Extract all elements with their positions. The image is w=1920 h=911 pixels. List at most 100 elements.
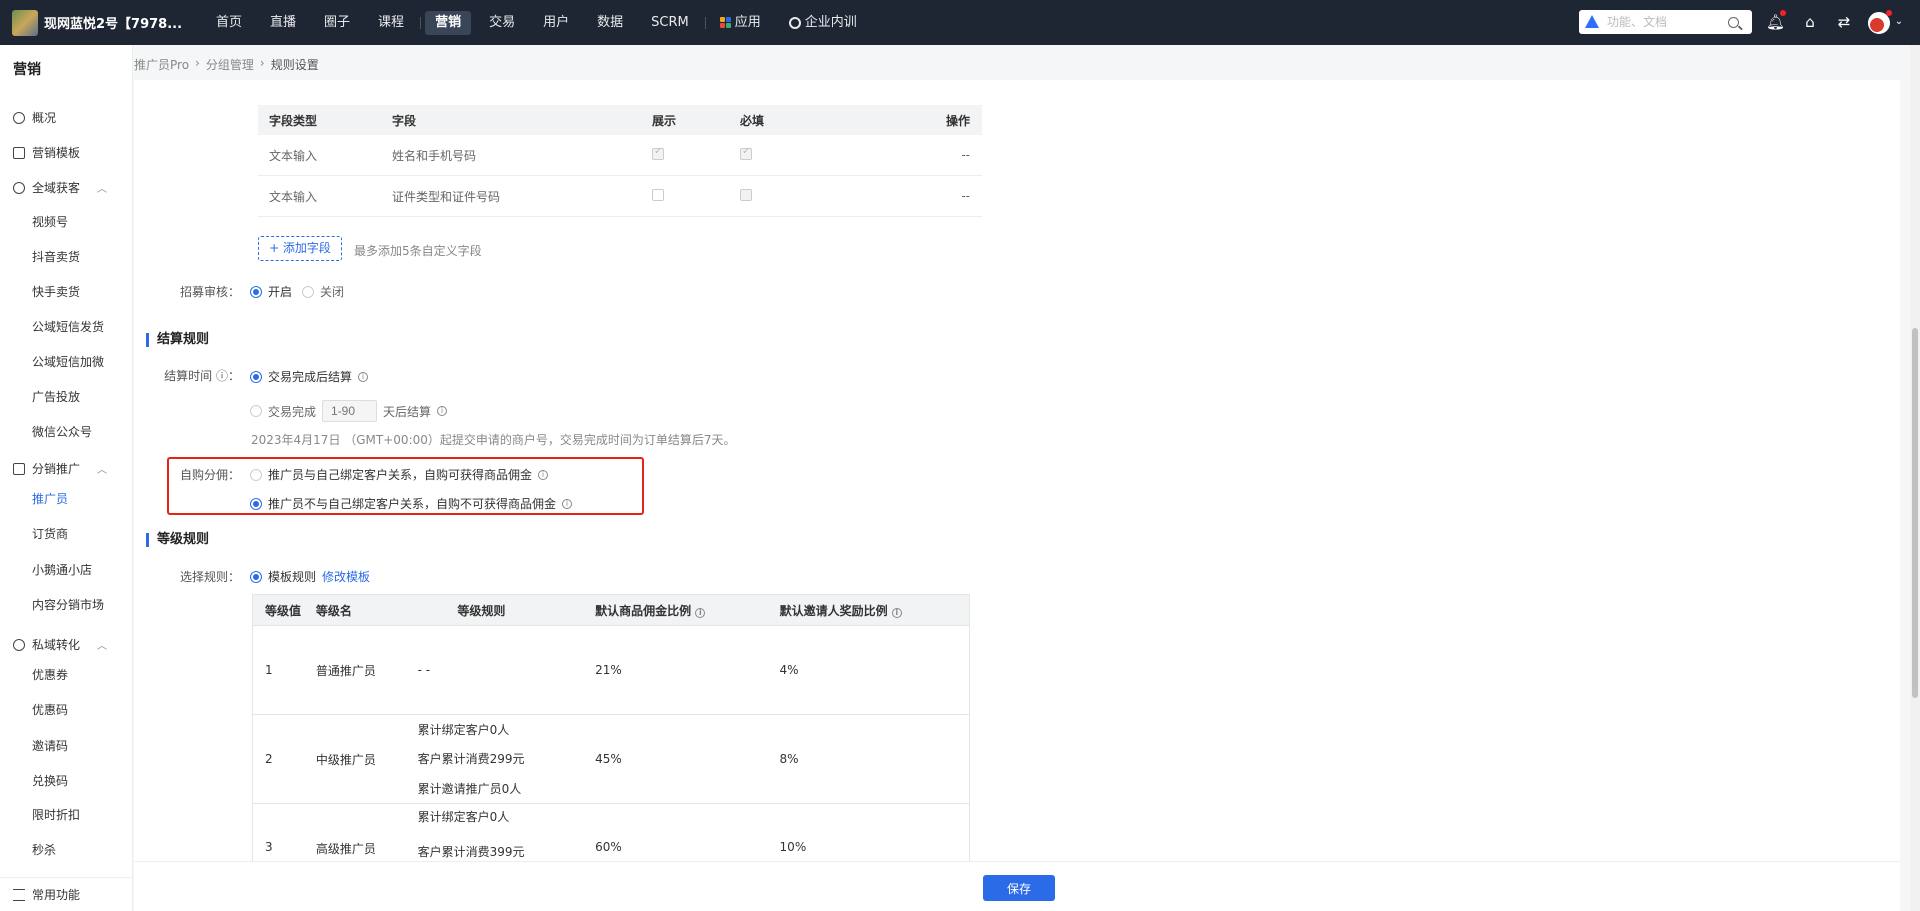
shop-logo[interactable] [12,9,38,36]
sidebar-item-invite-code[interactable]: 邀请码 [0,735,133,757]
col-field-type: 字段类型 [269,113,318,128]
level-value: 3 [265,840,273,854]
sidebar-item-douyin[interactable]: 抖音卖货 [0,246,133,268]
sidebar-item-redeem-code[interactable]: 兑换码 [0,770,133,792]
sidebar-item-promoter[interactable]: 推广员 [0,488,133,510]
radio-on[interactable] [250,370,262,383]
nav-apps[interactable]: 应用 [710,11,771,35]
table-header: 等级值 等级名 等级规则 默认商品佣金比例 i 默认邀请人奖励比例 i [253,595,969,625]
chevron-down-icon[interactable]: ⌄ [1890,13,1908,31]
settle-time-label: 结算时间 ⓘ： [164,369,240,383]
add-field-hint: 最多添加5条自定义字段 [354,244,482,258]
nav-home[interactable]: 首页 [206,11,252,35]
breadcrumb-group-manage[interactable]: 分组管理 [206,56,254,73]
info-icon[interactable]: i [562,498,573,509]
recruit-review-on[interactable]: 开启 [250,283,292,300]
radio-label: 开启 [268,285,293,299]
settle-days-input[interactable] [322,400,378,422]
avatar[interactable] [1868,10,1892,34]
rule-line: 累计邀请推广员0人 [417,782,522,797]
radio-off[interactable] [250,468,262,481]
info-icon[interactable]: i [437,406,448,416]
table-row: 1 普通推广员 - - 21% 4% [253,625,969,714]
sidebar-item-wechat-oa[interactable]: 微信公众号 [0,421,133,443]
globe-icon [13,639,25,651]
store-icon[interactable]: ⌂ [1801,13,1819,31]
radio-off[interactable] [250,405,262,417]
nav-data[interactable]: 数据 [587,11,633,35]
radio-off[interactable] [302,285,314,298]
nav-apps-label: 应用 [734,14,761,30]
level-commission: 45% [595,752,622,766]
search-icon[interactable] [1728,16,1739,28]
rule-line: 累计绑定客户0人 [417,810,510,824]
shop-name[interactable]: 现网蓝悦2号【7978... [44,13,194,32]
self-purchase-opt-bind[interactable]: 推广员与自己绑定客户关系，自购可获得商品佣金 i [250,466,549,483]
nav-scrm[interactable]: SCRM [641,11,699,35]
show-checkbox[interactable] [652,188,664,201]
sidebar-item-order-agent[interactable]: 订货商 [0,523,133,545]
radio-on[interactable] [250,570,262,583]
sidebar-group-private[interactable]: 私域转化 ︿ [0,634,133,656]
recruit-review-off[interactable]: 关闭 [302,283,344,300]
sidebar-item-coupon[interactable]: 优惠券 [0,664,133,686]
required-cell [740,146,930,163]
sidebar-group-distribution[interactable]: 分销推广 ︿ [0,458,133,480]
global-search[interactable] [1579,10,1752,34]
nav-circle[interactable]: 圈子 [314,11,360,35]
level-table: 等级值 等级名 等级规则 默认商品佣金比例 i 默认邀请人奖励比例 i 1 普通… [252,594,970,861]
radio-on[interactable] [250,285,262,298]
sidebar-item-coupon-code[interactable]: 优惠码 [0,699,133,721]
scrollbar[interactable] [1910,45,1920,911]
search-input[interactable] [1607,15,1722,29]
save-button[interactable]: 保存 [983,875,1055,901]
nav-user[interactable]: 用户 [533,11,579,35]
field-type: 文本输入 [269,148,318,163]
nav-live[interactable]: 直播 [260,11,306,35]
sidebar-item-overview[interactable]: 概况 [0,107,133,129]
sidebar-item-limited-discount[interactable]: 限时折扣 [0,804,133,826]
radio-on[interactable] [250,497,262,510]
recruit-review-label: 招募审核： [179,285,240,299]
sidebar-item-content-market[interactable]: 内容分销市场 [0,594,133,616]
self-purchase-opt-nobind[interactable]: 推广员不与自己绑定客户关系，自购不可获得商品佣金 i [250,495,573,512]
sidebar-item-sms-send[interactable]: 公域短信发货 [0,316,133,338]
required-checkbox [740,188,752,201]
level-commission: 60% [595,840,622,854]
breadcrumb-promoter-pro[interactable]: 推广员Pro [134,56,189,73]
add-field-button[interactable]: + 添加字段 [258,236,342,261]
chart-pie-icon [13,112,25,124]
select-rule-label: 选择规则： [179,570,240,584]
sidebar-item-sms-add[interactable]: 公域短信加微 [0,351,133,373]
sidebar-item-common[interactable]: 常用功能 [0,884,133,906]
sidebar-item-flash-sale[interactable]: 秒杀 [0,839,133,861]
settle-opt-after-complete[interactable]: 交易完成后结算 i [250,368,369,385]
nav-trade[interactable]: 交易 [479,11,525,35]
sidebar-item-ads[interactable]: 广告投放 [0,386,133,408]
level-template-opt[interactable]: 模板规则 修改模板 [250,568,370,585]
grid-icon [13,147,25,159]
level-rules: - - [418,663,596,677]
level-name: 中级推广员 [315,752,376,767]
sidebar-item-shipinhao[interactable]: 视频号 [0,211,133,233]
info-icon[interactable]: i [891,607,902,618]
bell-icon[interactable]: 🔔︎ [1766,10,1786,31]
edit-template-link[interactable]: 修改模板 [322,568,370,585]
nav-training[interactable]: 企业内训 [779,11,867,35]
table-row: 2 中级推广员 累计绑定客户0人 客户累计消费299元 累计邀请推广员0人 45… [253,714,969,803]
sidebar-group-acquire[interactable]: 全域获客 ︿ [0,177,133,199]
nav-marketing[interactable]: 营销 [425,10,472,35]
sidebar-item-kuaishou[interactable]: 快手卖货 [0,281,133,303]
settle-opt-days[interactable]: 交易完成 天后结算 i [250,400,448,422]
info-icon[interactable]: i [695,607,706,618]
field-name: 证件类型和证件号码 [392,189,501,204]
info-icon[interactable]: i [358,371,369,382]
scrollbar-thumb[interactable] [1912,328,1918,698]
info-icon[interactable]: i [538,469,549,480]
sidebar-item-mini-shop[interactable]: 小鹅通小店 [0,559,133,581]
switch-icon[interactable]: ⇄ [1835,13,1853,31]
main-nav: 首页 直播 圈子 课程 营销 交易 用户 数据 SCRM 应用 企业内训 [206,0,875,45]
field-op: -- [961,148,970,162]
sidebar-item-template[interactable]: 营销模板 [0,142,133,164]
nav-course[interactable]: 课程 [368,11,414,35]
